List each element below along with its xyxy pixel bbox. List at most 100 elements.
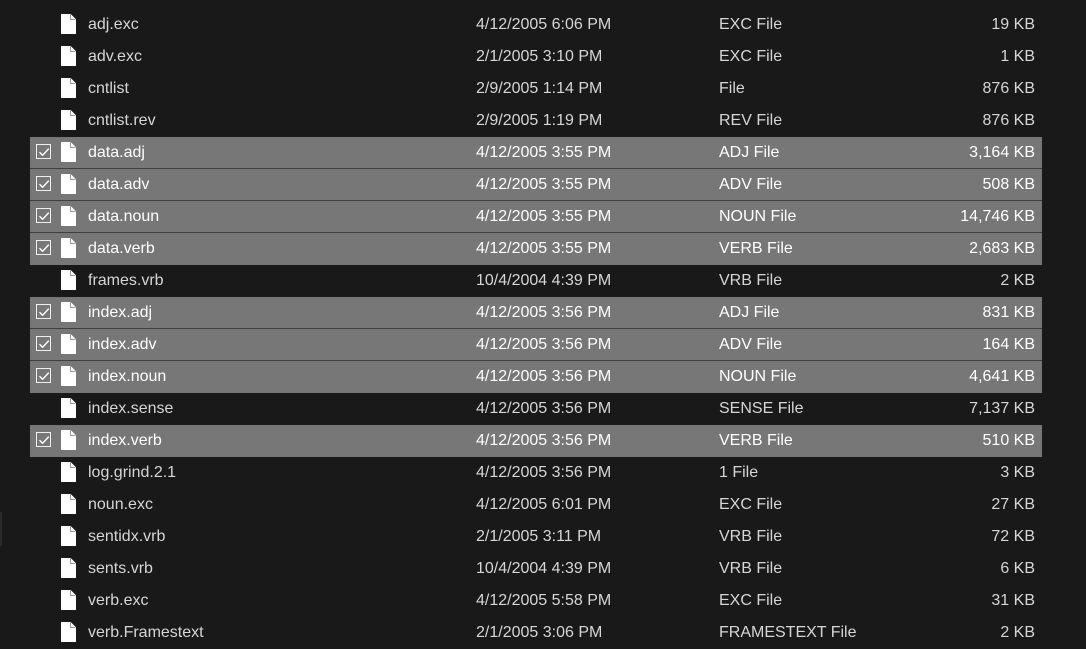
file-row-cntlist-rev[interactable]: cntlist.rev 2/9/2005 1:19 PM REV File 87…	[30, 105, 1042, 137]
file-date-modified: 4/12/2005 6:01 PM	[476, 496, 612, 513]
file-icon	[61, 590, 76, 610]
file-type: SENSE File	[719, 400, 804, 417]
file-name[interactable]: index.adj	[88, 297, 152, 329]
file-type: EXC File	[719, 496, 783, 513]
file-row-sentidx-vrb[interactable]: sentidx.vrb 2/1/2005 3:11 PM VRB File 72…	[30, 521, 1042, 553]
file-name[interactable]: data.adj	[88, 137, 145, 169]
file-date-modified: 4/12/2005 3:55 PM	[476, 240, 612, 257]
file-date-modified: 10/4/2004 4:39 PM	[476, 272, 612, 289]
file-row-sents-vrb[interactable]: sents.vrb 10/4/2004 4:39 PM VRB File 6 K…	[30, 553, 1042, 585]
file-name[interactable]: data.adv	[88, 169, 149, 201]
row-checkbox[interactable]	[36, 176, 51, 191]
file-name[interactable]: index.sense	[88, 393, 173, 425]
file-name[interactable]: data.noun	[88, 201, 159, 233]
file-name[interactable]: verb.exc	[88, 585, 148, 617]
file-size: 14,746 KB	[960, 208, 1035, 225]
file-icon	[61, 238, 76, 258]
file-date-modified: 2/9/2005 1:14 PM	[476, 80, 603, 97]
checkmark-icon	[39, 212, 50, 221]
file-row-index-adv[interactable]: index.adv 4/12/2005 3:56 PM ADV File 164…	[30, 329, 1042, 361]
file-type: NOUN File	[719, 208, 797, 225]
row-checkbox[interactable]	[36, 432, 51, 447]
file-icon	[61, 430, 76, 450]
file-date-modified: 2/1/2005 3:10 PM	[476, 48, 603, 65]
file-type: ADJ File	[719, 304, 780, 321]
file-size: 6 KB	[1000, 560, 1035, 577]
file-type: EXC File	[719, 48, 783, 65]
file-icon	[61, 622, 76, 642]
file-size: 27 KB	[991, 496, 1035, 513]
file-name[interactable]: index.noun	[88, 361, 166, 393]
file-type: VRB File	[719, 272, 783, 289]
file-type: EXC File	[719, 16, 783, 33]
file-size: 3,164 KB	[969, 144, 1035, 161]
file-name[interactable]: data.verb	[88, 233, 155, 265]
file-date-modified: 4/12/2005 3:55 PM	[476, 176, 612, 193]
file-row-cntlist[interactable]: cntlist 2/9/2005 1:14 PM File 876 KB	[30, 73, 1042, 105]
file-row-noun-exc[interactable]: noun.exc 4/12/2005 6:01 PM EXC File 27 K…	[30, 489, 1042, 521]
file-name[interactable]: adv.exc	[88, 41, 142, 73]
file-row-data-noun[interactable]: data.noun 4/12/2005 3:55 PM NOUN File 14…	[30, 201, 1042, 233]
file-icon	[61, 46, 76, 66]
row-checkbox[interactable]	[36, 336, 51, 351]
file-row-verb-framestext[interactable]: verb.Framestext 2/1/2005 3:06 PM FRAMEST…	[30, 617, 1042, 649]
file-name[interactable]: index.verb	[88, 425, 162, 457]
file-type: EXC File	[719, 592, 783, 609]
file-row-data-adv[interactable]: data.adv 4/12/2005 3:55 PM ADV File 508 …	[30, 169, 1042, 201]
file-name[interactable]: sents.vrb	[88, 553, 153, 585]
file-size: 31 KB	[991, 592, 1035, 609]
row-checkbox[interactable]	[36, 240, 51, 255]
file-name[interactable]: cntlist.rev	[88, 105, 156, 137]
file-size: 831 KB	[982, 304, 1035, 321]
file-name[interactable]: verb.Framestext	[88, 617, 204, 649]
file-icon	[61, 558, 76, 578]
file-row-verb-exc[interactable]: verb.exc 4/12/2005 5:58 PM EXC File 31 K…	[30, 585, 1042, 617]
file-type: FRAMESTEXT File	[719, 624, 857, 641]
file-type: ADV File	[719, 176, 783, 193]
file-size: 2 KB	[1000, 272, 1035, 289]
file-name[interactable]: log.grind.2.1	[88, 457, 176, 489]
file-size: 508 KB	[982, 176, 1035, 193]
file-name[interactable]: noun.exc	[88, 489, 153, 521]
file-row-index-verb[interactable]: index.verb 4/12/2005 3:56 PM VERB File 5…	[30, 425, 1042, 457]
file-name[interactable]: frames.vrb	[88, 265, 164, 297]
file-size: 2 KB	[1000, 624, 1035, 641]
file-type: NOUN File	[719, 368, 797, 385]
file-size: 4,641 KB	[969, 368, 1035, 385]
file-name[interactable]: sentidx.vrb	[88, 521, 165, 553]
file-name[interactable]: cntlist	[88, 73, 129, 105]
row-checkbox[interactable]	[36, 368, 51, 383]
file-name[interactable]: adj.exc	[88, 9, 139, 41]
file-row-data-verb[interactable]: data.verb 4/12/2005 3:55 PM VERB File 2,…	[30, 233, 1042, 265]
file-icon	[61, 366, 76, 386]
file-size: 2,683 KB	[969, 240, 1035, 257]
file-size: 164 KB	[982, 336, 1035, 353]
file-row-data-adj[interactable]: data.adj 4/12/2005 3:55 PM ADJ File 3,16…	[30, 137, 1042, 169]
checkmark-icon	[39, 180, 50, 189]
file-row-adj-exc[interactable]: adj.exc 4/12/2005 6:06 PM EXC File 19 KB	[30, 9, 1042, 41]
row-checkbox[interactable]	[36, 208, 51, 223]
file-date-modified: 2/1/2005 3:11 PM	[476, 528, 602, 545]
file-size: 3 KB	[1000, 464, 1035, 481]
file-row-index-sense[interactable]: index.sense 4/12/2005 3:56 PM SENSE File…	[30, 393, 1042, 425]
file-row-frames-vrb[interactable]: frames.vrb 10/4/2004 4:39 PM VRB File 2 …	[30, 265, 1042, 297]
file-icon	[61, 302, 76, 322]
file-row-index-noun[interactable]: index.noun 4/12/2005 3:56 PM NOUN File 4…	[30, 361, 1042, 393]
file-icon	[61, 206, 76, 226]
file-size: 876 KB	[982, 112, 1035, 129]
file-name[interactable]: index.adv	[88, 329, 157, 361]
file-row-adv-exc[interactable]: adv.exc 2/1/2005 3:10 PM EXC File 1 KB	[30, 41, 1042, 73]
row-checkbox[interactable]	[36, 144, 51, 159]
file-type: ADV File	[719, 336, 783, 353]
file-icon	[61, 174, 76, 194]
file-icon	[61, 494, 76, 514]
file-date-modified: 2/1/2005 3:06 PM	[476, 624, 603, 641]
file-icon	[61, 142, 76, 162]
file-type: File	[719, 80, 745, 97]
file-row-log-grind-2-1[interactable]: log.grind.2.1 4/12/2005 3:56 PM 1 File 3…	[30, 457, 1042, 489]
row-checkbox[interactable]	[36, 304, 51, 319]
checkmark-icon	[39, 436, 50, 445]
checkmark-icon	[39, 244, 50, 253]
file-date-modified: 10/4/2004 4:39 PM	[476, 560, 612, 577]
file-row-index-adj[interactable]: index.adj 4/12/2005 3:56 PM ADJ File 831…	[30, 297, 1042, 329]
